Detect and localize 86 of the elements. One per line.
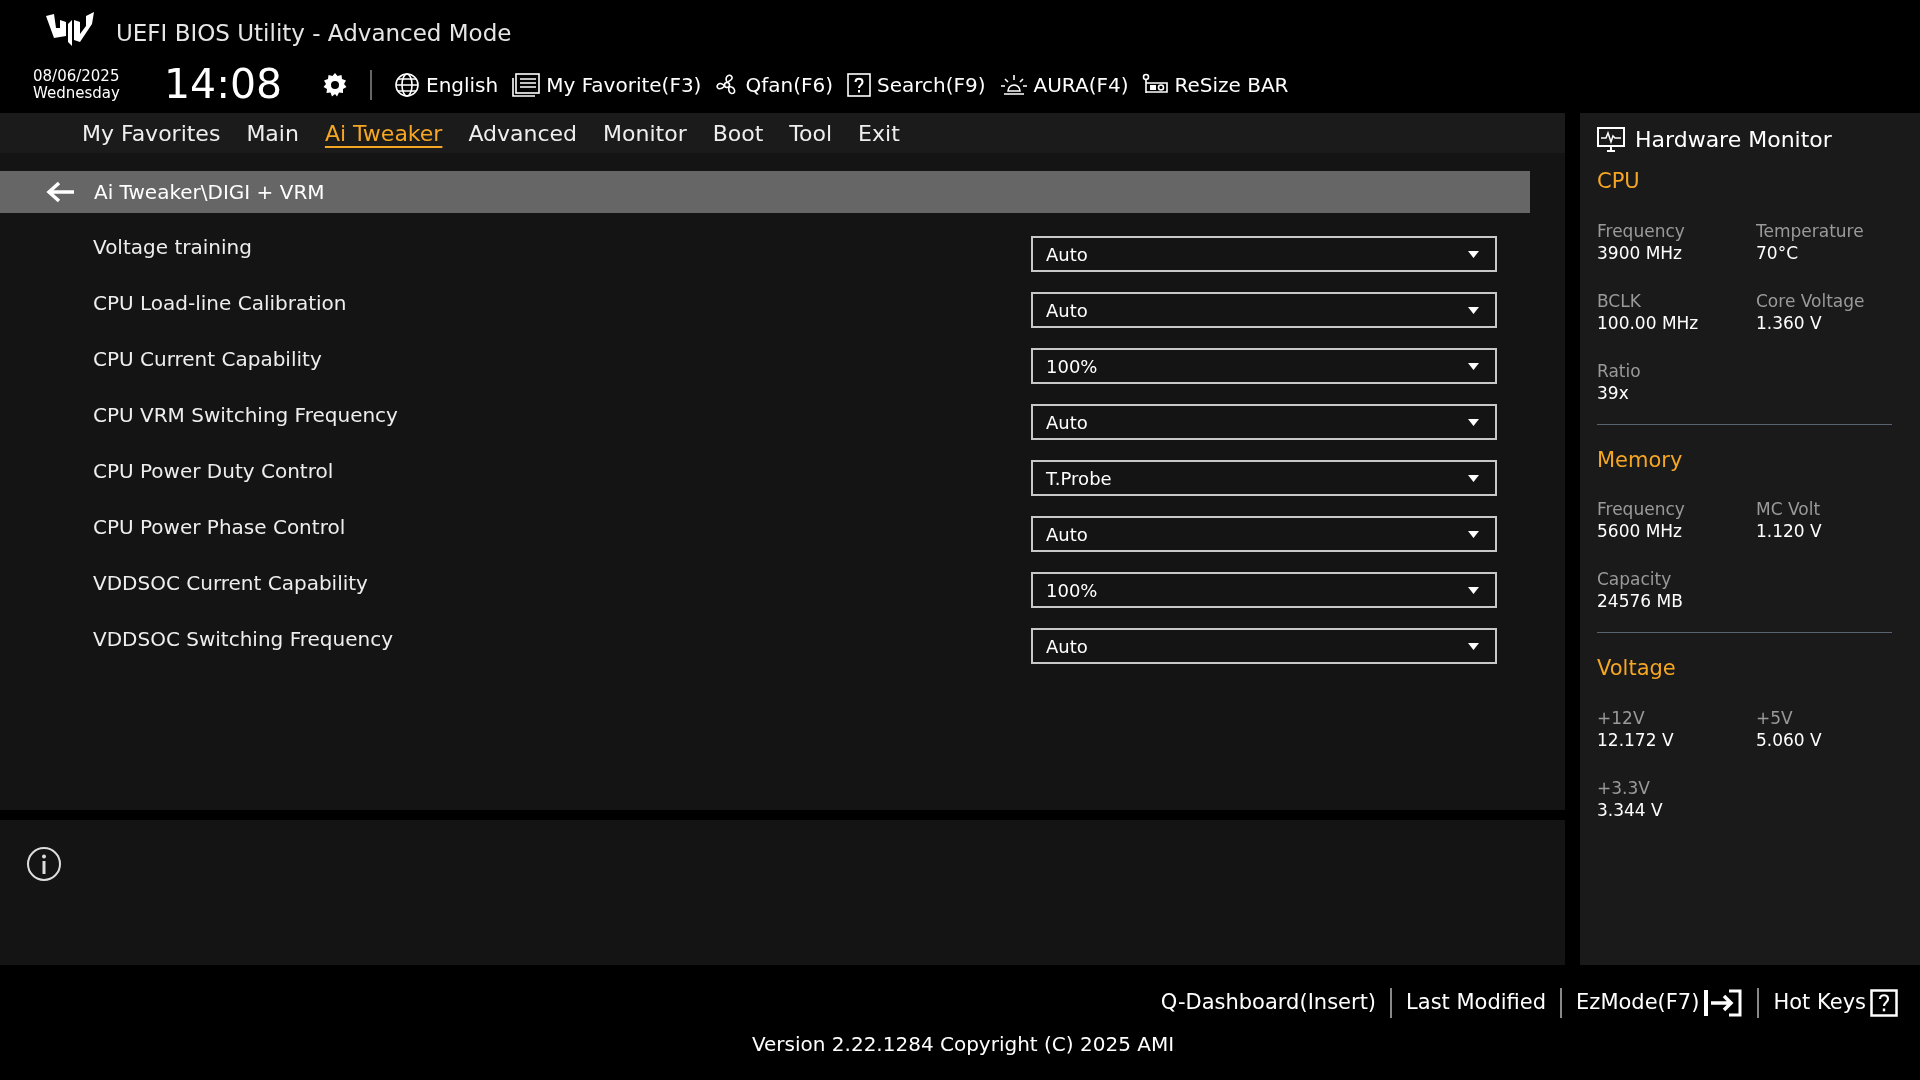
clock-time: 14:08: [163, 64, 284, 105]
setting-label: VDDSOC Switching Frequency: [93, 626, 393, 653]
dropdown[interactable]: 100%: [1031, 348, 1497, 384]
stat-label: MC Volt: [1756, 498, 1822, 520]
footer-button[interactable]: Last Modified: [1406, 987, 1547, 1019]
globe-icon: [394, 71, 420, 98]
setting-label: VDDSOC Current Capability: [93, 570, 368, 597]
setting-label: CPU VRM Switching Frequency: [93, 402, 398, 429]
stat-label: +5V: [1756, 706, 1794, 729]
nav-tab[interactable]: My Favorites: [70, 116, 233, 150]
stat-label: +3.3V: [1597, 776, 1651, 799]
caret-icon: [1468, 530, 1479, 538]
breadcrumb-path: Ai Tweaker\DIGI + VRM: [94, 179, 325, 206]
stat-value: 5600 MHz: [1597, 520, 1684, 542]
caret-icon: [1468, 250, 1479, 258]
stat-value: 70°C: [1756, 241, 1799, 264]
caret-icon: [1468, 586, 1479, 594]
stat-value: 39x: [1597, 381, 1630, 404]
caret-icon: [1468, 642, 1479, 650]
stat-label: Frequency: [1597, 498, 1686, 520]
stat-label: Frequency: [1597, 219, 1686, 242]
nav-tab[interactable]: Exit: [846, 116, 912, 150]
dropdown[interactable]: Auto: [1031, 292, 1497, 328]
exit-arrow-icon: [1703, 989, 1744, 1017]
version-text: Version 2.22.1284 Copyright (C) 2025 AMI: [751, 1031, 1175, 1058]
stat-value: 100.00 MHz: [1597, 311, 1700, 334]
nav-tab[interactable]: Advanced: [456, 116, 590, 150]
setting-label: CPU Current Capability: [93, 346, 322, 373]
toolbar-button[interactable]: English: [394, 69, 499, 100]
section-title: Memory: [1597, 446, 1684, 474]
stat-value: 3.344 V: [1597, 798, 1664, 821]
stat-label: Capacity: [1597, 568, 1673, 590]
nav-tab[interactable]: Boot: [700, 116, 776, 150]
settings-button[interactable]: [322, 71, 348, 98]
stat-value: 3900 MHz: [1597, 241, 1684, 264]
toolbar-button[interactable]: Qfan(F6): [715, 69, 833, 100]
date-text: 08/06/2025: [33, 67, 121, 85]
section-title: CPU: [1597, 168, 1641, 195]
setting-label: CPU Power Duty Control: [93, 458, 334, 485]
setting-label: Voltage training: [93, 234, 252, 261]
stat-label: Ratio: [1597, 359, 1642, 382]
gear-icon: [322, 71, 348, 98]
caret-icon: [1468, 474, 1479, 482]
caret-icon: [1468, 306, 1479, 314]
caret-icon: [1468, 418, 1479, 426]
toolbar-button[interactable]: AURA(F4): [999, 69, 1129, 100]
back-arrow-icon[interactable]: [46, 181, 76, 203]
toolbar-button[interactable]: Search(F9): [847, 69, 986, 100]
stat-value: 1.360 V: [1756, 311, 1823, 334]
window-title: UEFI BIOS Utility - Advanced Mode: [116, 18, 512, 48]
dropdown[interactable]: Auto: [1031, 236, 1497, 272]
list-icon: [512, 72, 541, 97]
footer-button[interactable]: Q-Dashboard(Insert): [1160, 987, 1377, 1019]
info-icon: [26, 846, 62, 882]
help-icon: [847, 72, 871, 97]
monitor-icon: [1597, 126, 1625, 153]
stat-label: BCLK: [1597, 289, 1642, 312]
logo-icon: [46, 12, 94, 46]
nav-tab[interactable]: Monitor: [591, 116, 699, 150]
section-title: Voltage: [1597, 655, 1677, 682]
caret-icon: [1468, 362, 1479, 370]
dropdown[interactable]: 100%: [1031, 572, 1497, 608]
stat-value: 24576 MB: [1597, 590, 1684, 612]
stat-value: 5.060 V: [1756, 728, 1823, 751]
dropdown[interactable]: T.Probe: [1031, 460, 1497, 496]
setting-label: CPU Power Phase Control: [93, 514, 346, 541]
setting-label: CPU Load-line Calibration: [93, 290, 347, 317]
stat-value: 1.120 V: [1756, 520, 1823, 542]
dropdown[interactable]: Auto: [1031, 404, 1497, 440]
help-icon: [1870, 989, 1898, 1017]
stat-label: +12V: [1597, 706, 1646, 729]
toolbar-button[interactable]: ReSize BAR: [1142, 69, 1289, 100]
nav-tab[interactable]: Tool: [777, 116, 845, 150]
nav-tab[interactable]: Main: [234, 116, 311, 150]
nav-tab[interactable]: Ai Tweaker: [312, 116, 455, 150]
toolbar-button[interactable]: My Favorite(F3): [512, 69, 702, 100]
dropdown[interactable]: Auto: [1031, 516, 1497, 552]
footer-button[interactable]: Hot Keys: [1773, 987, 1898, 1019]
dropdown[interactable]: Auto: [1031, 628, 1497, 664]
stat-label: Core Voltage: [1756, 289, 1866, 312]
panel-title: Hardware Monitor: [1635, 126, 1832, 154]
stat-value: 12.172 V: [1597, 728, 1675, 751]
weekday-text: Wednesday: [33, 84, 121, 102]
light-icon: [999, 72, 1028, 97]
footer-button[interactable]: EzMode(F7): [1576, 987, 1744, 1019]
stat-label: Temperature: [1756, 219, 1865, 242]
